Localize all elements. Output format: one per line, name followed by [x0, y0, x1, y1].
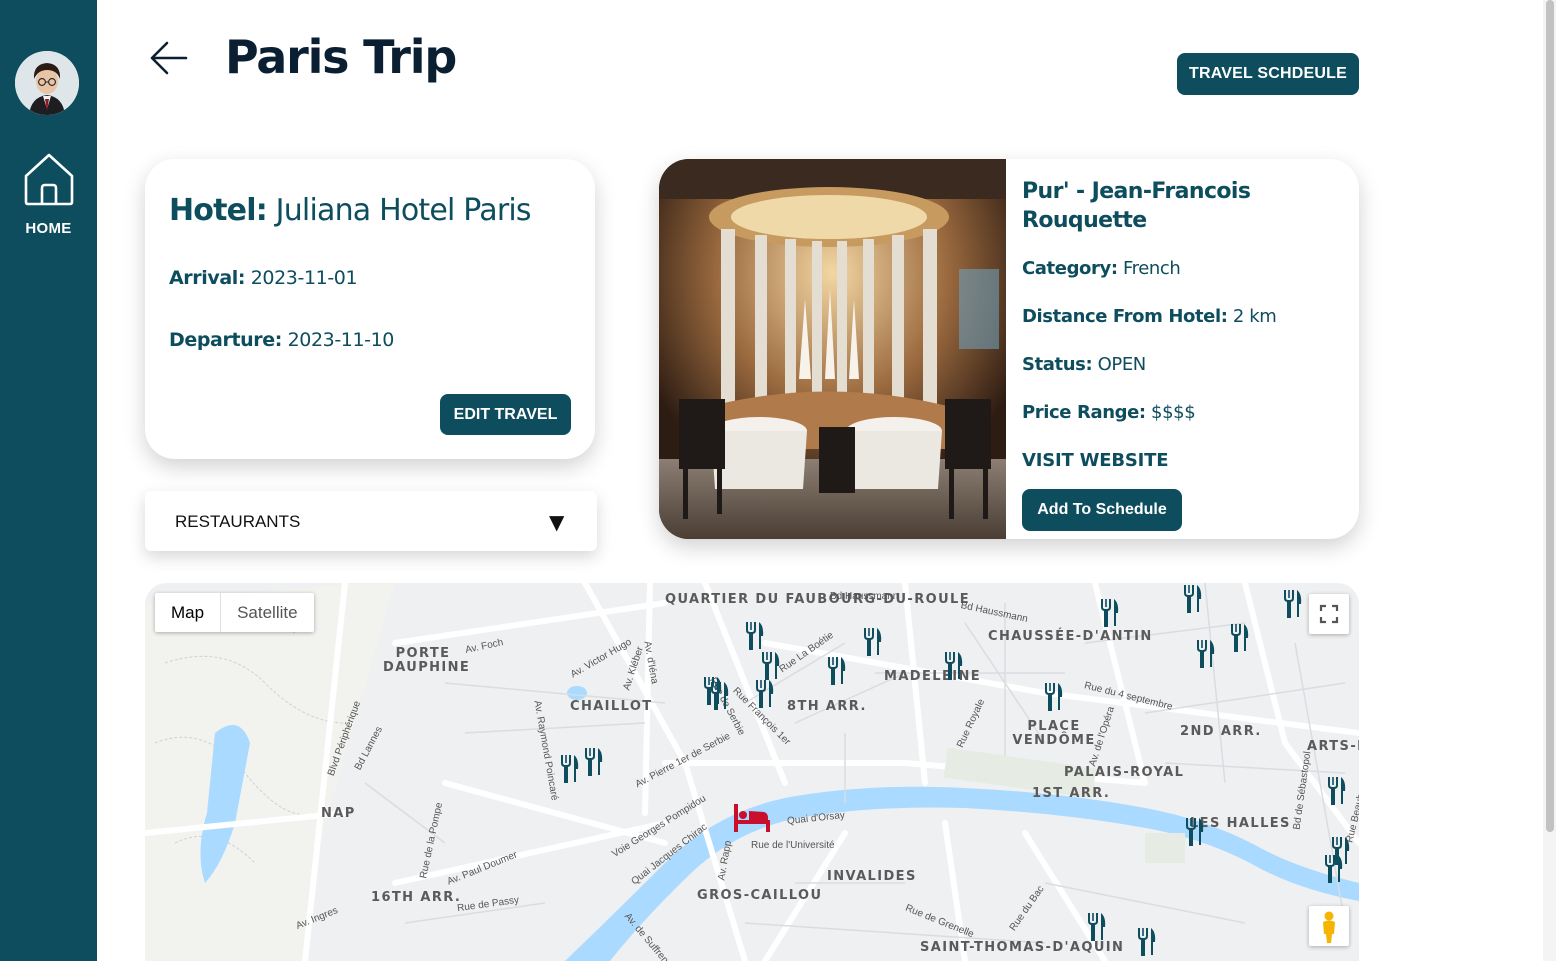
map-label-place-vendome: PLACE VENDÔME	[1012, 719, 1096, 748]
restaurant-marker-fork-knife-icon[interactable]	[759, 650, 781, 680]
price-row: Price Range: $$$$	[1022, 402, 1196, 423]
street-label: Bd Haussmann	[830, 591, 899, 602]
fullscreen-icon[interactable]	[1309, 594, 1349, 634]
map-label-8th-arr: 8TH ARR.	[787, 699, 867, 714]
arrival-row: Arrival: 2023-11-01	[169, 267, 358, 289]
restaurant-photo	[659, 159, 1006, 539]
restaurant-marker-fork-knife-icon[interactable]	[1322, 853, 1344, 883]
map-type-toggle: Map Satellite	[155, 593, 314, 632]
hotel-label: Hotel	[169, 193, 257, 228]
category-value: French	[1122, 258, 1181, 279]
distance-label: Distance From Hotel	[1022, 306, 1221, 327]
restaurant-marker-fork-knife-icon[interactable]	[1098, 597, 1120, 627]
page-title: Paris Trip	[225, 30, 457, 84]
restaurant-marker-fork-knife-icon[interactable]	[861, 626, 883, 656]
status-value: OPEN	[1097, 354, 1147, 375]
pegman-icon[interactable]	[1309, 906, 1349, 946]
restaurant-marker-fork-knife-icon[interactable]	[1228, 622, 1250, 652]
map-label-1st-arr: 1ST ARR.	[1032, 786, 1111, 801]
map-label-chaillot: CHAILLOT	[570, 699, 653, 714]
hotel-marker-bed-icon[interactable]	[734, 802, 770, 834]
restaurant-marker-fork-knife-icon[interactable]	[1183, 816, 1205, 846]
price-value: $$$$	[1151, 402, 1196, 423]
map-label-gros-caillou: GROS-CAILLOU	[697, 888, 823, 903]
restaurant-marker-fork-knife-icon[interactable]	[1194, 638, 1216, 668]
arrival-label: Arrival	[169, 267, 238, 289]
home-label: HOME	[25, 220, 72, 237]
visit-website-link[interactable]: VISIT WEBSITE	[1022, 450, 1169, 471]
map-label-porte-dauphine: PORTE DAUPHINE	[383, 646, 471, 675]
map-label-faubourg: QUARTIER DU FAUBOURG-DU-ROULE	[665, 592, 971, 607]
map-label-chaussee-dantin: CHAUSSÉE-D'ANTIN	[988, 629, 1153, 644]
avatar-image	[15, 51, 79, 115]
map-label-16th-arr: 16TH ARR.	[371, 890, 462, 905]
map-label-saint-thomas: SAINT-THOMAS-D'AQUIN	[920, 940, 1125, 955]
hotel-card: Hotel: Juliana Hotel Paris Arrival: 2023…	[145, 159, 595, 459]
restaurant-marker-fork-knife-icon[interactable]	[708, 680, 730, 710]
distance-row: Distance From Hotel: 2 km	[1022, 306, 1277, 327]
restaurant-name: Pur' - Jean-Francois Rouquette	[1022, 179, 1251, 233]
distance-value: 2 km	[1232, 306, 1277, 327]
category-dropdown[interactable]: RESTAURANTS ▼	[145, 491, 597, 551]
hotel-name: Juliana Hotel Paris	[275, 193, 532, 228]
hotel-title: Hotel: Juliana Hotel Paris	[169, 193, 532, 228]
dropdown-selected-value: RESTAURANTS	[175, 512, 301, 531]
edit-travel-button[interactable]: EDIT TRAVEL	[440, 394, 571, 435]
arrival-date: 2023-11-01	[250, 267, 358, 289]
departure-date: 2023-11-10	[287, 329, 395, 351]
map-label-arts-et-metiers: ARTS-E	[1307, 739, 1359, 754]
map-label-madeleine: MADELEINE	[884, 669, 982, 684]
caret-down-icon: ▼	[549, 510, 565, 534]
home-icon	[24, 153, 73, 206]
map-label-invalides: INVALIDES	[827, 869, 917, 884]
restaurant-card: Pur' - Jean-Francois Rouquette Category:…	[659, 159, 1359, 539]
map-tab-satellite[interactable]: Satellite	[220, 593, 313, 632]
restaurant-marker-fork-knife-icon[interactable]	[1085, 911, 1107, 941]
home-nav[interactable]: HOME	[0, 152, 97, 237]
departure-row: Departure: 2023-11-10	[169, 329, 394, 351]
restaurant-marker-fork-knife-icon[interactable]	[753, 678, 775, 708]
restaurant-marker-fork-knife-icon[interactable]	[743, 620, 765, 650]
price-label: Price Range	[1022, 402, 1139, 423]
restaurant-marker-fork-knife-icon[interactable]	[582, 746, 604, 776]
page-scrollbar-thumb[interactable]	[1546, 0, 1554, 832]
map-view[interactable]: QUARTIER DU FAUBOURG-DU-ROULE PORTE DAUP…	[145, 583, 1359, 961]
back-arrow-icon[interactable]	[150, 40, 190, 76]
restaurant-marker-fork-knife-icon[interactable]	[1042, 681, 1064, 711]
restaurant-marker-fork-knife-icon[interactable]	[825, 655, 847, 685]
departure-label: Departure	[169, 329, 275, 351]
map-label-2nd-arr: 2ND ARR.	[1180, 724, 1262, 739]
map-label-palais-royal: PALAIS-ROYAL	[1064, 765, 1185, 780]
restaurant-marker-fork-knife-icon[interactable]	[1281, 588, 1303, 618]
map-label-nap: NAP	[321, 806, 356, 821]
status-row: Status: OPEN	[1022, 354, 1146, 375]
restaurant-marker-fork-knife-icon[interactable]	[1325, 775, 1347, 805]
map-tab-map[interactable]: Map	[155, 593, 220, 632]
restaurant-marker-fork-knife-icon[interactable]	[558, 753, 580, 783]
restaurant-marker-fork-knife-icon[interactable]	[1135, 926, 1157, 956]
add-to-schedule-button[interactable]: Add To Schedule	[1022, 489, 1182, 531]
status-label: Status	[1022, 354, 1086, 375]
category-label: Category	[1022, 258, 1111, 279]
travel-schedule-button[interactable]: TRAVEL SCHDEULE	[1177, 53, 1359, 95]
map-label-les-halles: LES HALLES	[1190, 816, 1291, 831]
category-row: Category: French	[1022, 258, 1181, 279]
user-avatar[interactable]	[15, 51, 79, 115]
sidebar: HOME	[0, 0, 97, 961]
restaurant-marker-fork-knife-icon[interactable]	[942, 650, 964, 680]
street-label: Rue de l'Université	[751, 840, 835, 851]
restaurant-marker-fork-knife-icon[interactable]	[1181, 583, 1203, 613]
